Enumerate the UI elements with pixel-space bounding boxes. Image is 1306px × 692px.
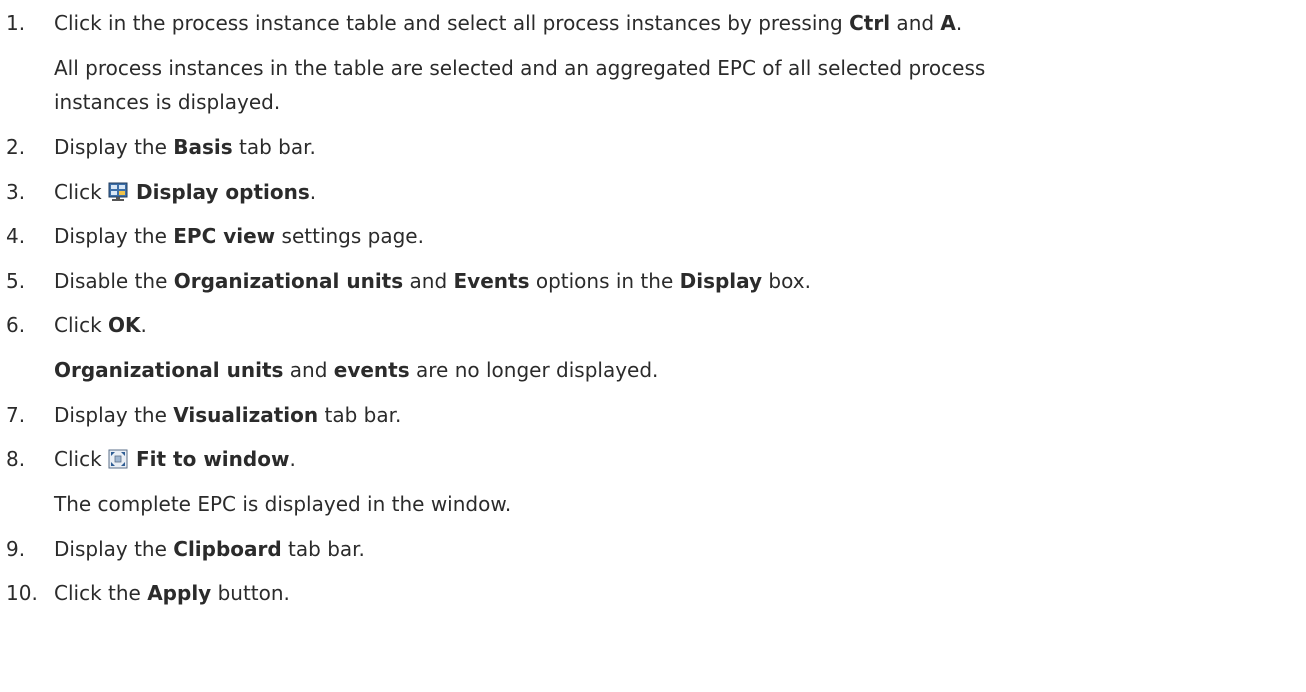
instruction-list: 1. Click in the process instance table a… <box>0 0 1306 692</box>
keyword: Display options <box>136 180 310 204</box>
step-number: 4. <box>6 224 26 248</box>
step-text: Click in the process instance table and … <box>54 11 963 35</box>
keyword: Organizational units <box>173 269 404 293</box>
step-text: Display the Clipboard tab bar. <box>54 537 365 561</box>
step-text: Display the Basis tab bar. <box>54 135 316 159</box>
keyword: EPC view <box>173 224 276 248</box>
step-number: 6. <box>6 313 26 337</box>
step-number: 5. <box>6 269 26 293</box>
step-number: 7. <box>6 403 26 427</box>
keyword: A <box>940 11 956 35</box>
keyword: Apply <box>147 581 212 605</box>
keyword: Basis <box>173 135 233 159</box>
step-number: 8. <box>6 447 26 471</box>
keyword: Visualization <box>173 403 319 427</box>
step-text: Disable the Organizational units and Eve… <box>54 269 811 293</box>
keyword: Ctrl <box>849 11 891 35</box>
step-result: Organizational units and events are no l… <box>54 358 659 382</box>
step-number: 3. <box>6 180 26 204</box>
keyword: Organizational units <box>54 358 284 382</box>
step-result: All process instances in the table are s… <box>54 56 986 80</box>
step-text: Display the EPC view settings page. <box>54 224 424 248</box>
display-options-icon <box>108 182 128 202</box>
keyword: Fit to window <box>136 447 290 471</box>
fit-to-window-icon <box>108 449 128 469</box>
step-text: Click the Apply button. <box>54 581 290 605</box>
step-result: The complete EPC is displayed in the win… <box>54 492 512 516</box>
step-number: 1. <box>6 11 26 35</box>
step-number: 9. <box>6 537 26 561</box>
step-text: Click OK. <box>54 313 147 337</box>
keyword: events <box>333 358 410 382</box>
step-number: 10. <box>6 581 38 605</box>
keyword: Display <box>679 269 763 293</box>
step-text: Click Fit to window. <box>54 447 296 471</box>
keyword: Events <box>453 269 530 293</box>
step-text: Click Display options. <box>54 180 317 204</box>
step-number: 2. <box>6 135 26 159</box>
keyword: OK <box>108 313 141 337</box>
step-result: instances is displayed. <box>54 90 281 114</box>
keyword: Clipboard <box>173 537 282 561</box>
step-text: Display the Visualization tab bar. <box>54 403 402 427</box>
